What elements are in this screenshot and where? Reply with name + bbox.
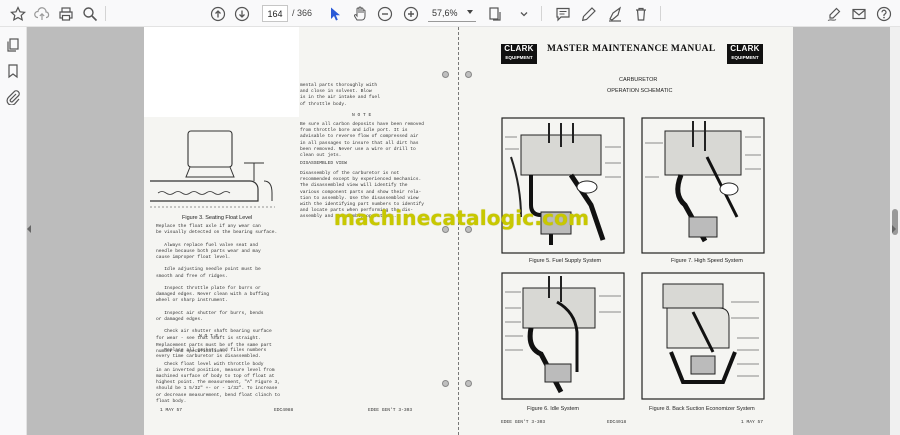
zoom-in-icon[interactable] <box>400 3 422 25</box>
footer-ref: EDEE GEN'T 3-303 <box>501 420 546 425</box>
binder-hole <box>442 380 449 387</box>
attachment-icon[interactable] <box>2 86 24 108</box>
scroll-right-icon[interactable] <box>892 225 896 233</box>
delete-icon[interactable] <box>630 3 652 25</box>
toolbar: / 366 57,6% <box>0 0 900 27</box>
note2-heading: N O T E <box>199 334 219 339</box>
section-subtitle-2: OPERATION SCHEMATIC <box>607 88 673 94</box>
print-icon[interactable] <box>55 3 77 25</box>
document-viewer[interactable]: mental parts thoroughly with and close i… <box>27 27 890 435</box>
bookmark-panel-icon[interactable] <box>2 60 24 82</box>
chevron-down-icon[interactable] <box>467 10 473 14</box>
footer-date: 1 MAY 57 <box>741 420 764 425</box>
scroll-left-icon[interactable] <box>27 225 31 233</box>
footer-code: EDC4018 <box>607 420 627 425</box>
blank-region <box>144 27 299 117</box>
note2-text: Replacement parts must be of the same pa… <box>156 343 281 404</box>
mail-icon[interactable] <box>848 3 870 25</box>
divider <box>105 6 106 21</box>
figure-8-schematic <box>641 272 765 400</box>
footer-ref: EDEE GEN'T 3-303 <box>368 408 413 413</box>
pen-icon[interactable] <box>578 3 600 25</box>
sign-icon[interactable] <box>823 3 845 25</box>
upload-icon[interactable] <box>31 3 53 25</box>
figure-6-schematic <box>501 272 625 400</box>
clark-logo: CLARK EQUIPMENT <box>501 44 537 64</box>
pointer-icon[interactable] <box>324 3 346 25</box>
left-sidebar <box>0 27 27 435</box>
chevron-down-icon[interactable] <box>513 3 535 25</box>
note-heading: N O T E <box>352 113 372 118</box>
binder-hole <box>442 71 449 78</box>
binder-hole <box>465 71 472 78</box>
figure-8-caption: Figure 8. Back Suction Economizer System <box>649 406 755 412</box>
help-icon[interactable] <box>873 3 895 25</box>
pages-panel-icon[interactable] <box>2 34 24 56</box>
figure-5-schematic <box>501 117 625 254</box>
page-number-input[interactable] <box>262 5 288 22</box>
highlight-icon[interactable] <box>604 3 626 25</box>
document-page-right: CLARK EQUIPMENT MASTER MAINTENANCE MANUA… <box>458 27 793 435</box>
vertical-scrollbar[interactable] <box>890 27 900 435</box>
figure-6-caption: Figure 6. Idle System <box>527 406 579 412</box>
zoom-search-icon[interactable] <box>79 3 101 25</box>
figure-5-caption: Figure 5. Fuel Supply System <box>529 258 602 264</box>
page-total: / 366 <box>292 8 313 18</box>
clark-logo: CLARK EQUIPMENT <box>727 44 763 64</box>
section-subtitle: CARBURETOR <box>619 77 658 83</box>
section-fragment: mental parts thoroughly with and close i… <box>300 83 380 107</box>
footer-date: 1 MAY 57 <box>160 408 183 413</box>
arrow-down-icon[interactable] <box>231 3 253 25</box>
figure-3-caption: Figure 3. Seating Float Level <box>182 215 253 221</box>
arrow-up-icon[interactable] <box>207 3 229 25</box>
binder-hole <box>465 380 472 387</box>
zoom-out-icon[interactable] <box>374 3 396 25</box>
divider <box>541 6 542 21</box>
figure-7-caption: Figure 7. High Speed System <box>671 258 743 264</box>
footer-code: EDC4088 <box>274 408 294 413</box>
divider <box>660 6 661 21</box>
document-page-left: mental parts thoroughly with and close i… <box>144 27 458 435</box>
comment-icon[interactable] <box>552 3 574 25</box>
watermark-text: machinecatalogic.com <box>334 206 590 230</box>
page-fit-icon[interactable] <box>484 3 506 25</box>
note-text: Be sure all carbon deposits have been re… <box>300 122 425 159</box>
figure-7-schematic <box>641 117 765 254</box>
manual-title: MASTER MAINTENANCE MANUAL <box>547 44 716 54</box>
hand-icon[interactable] <box>349 3 371 25</box>
bookmark-star-icon[interactable] <box>7 3 29 25</box>
disassembled-heading: DISASSEMBLED VIEW <box>300 161 347 166</box>
